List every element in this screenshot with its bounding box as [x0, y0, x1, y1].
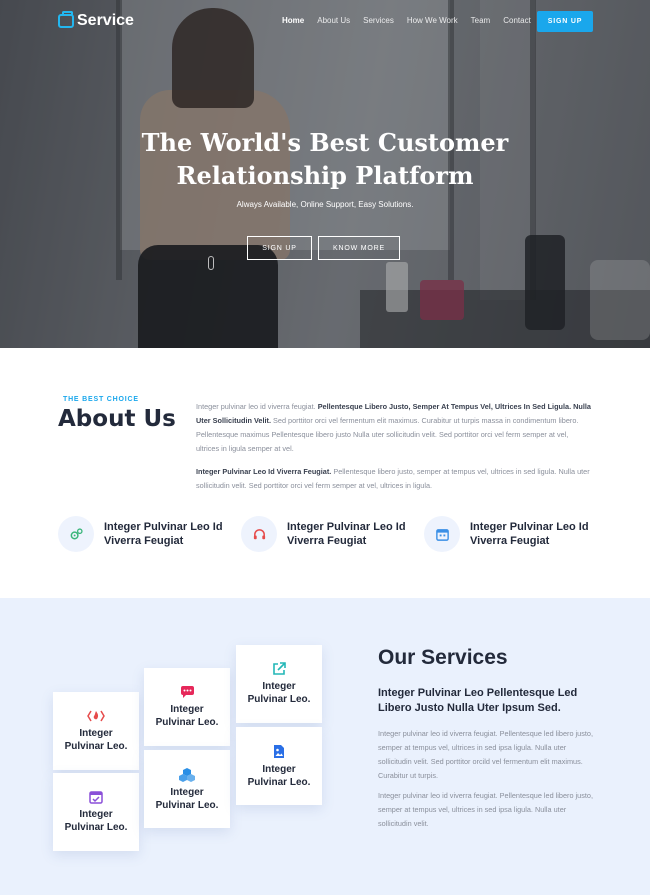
- service-card-line: Integer: [79, 728, 113, 739]
- nav-signup-button[interactable]: SIGN UP: [537, 11, 593, 32]
- brand-name: Service: [77, 12, 134, 29]
- feature-item: Integer Pulvinar Leo Id Viverra Feugiat: [58, 516, 223, 552]
- service-card-line: Pulvinar Leo.: [247, 776, 311, 788]
- calendar-check-icon: [89, 791, 103, 804]
- about-tagline: THE BEST CHOICE: [63, 396, 139, 403]
- scroll-indicator: [208, 256, 214, 270]
- services-paragraph: Integer pulvinar leo id viverra feugiat.…: [378, 729, 593, 780]
- services-title: Our Services: [378, 646, 508, 669]
- about-p1-text: Integer pulvinar leo id viverra feugiat.: [196, 402, 318, 411]
- feature-label: Integer Pulvinar Leo Id Viverra Feugiat: [104, 520, 223, 548]
- brand-logo[interactable]: Service: [58, 11, 134, 30]
- service-card-title: Integer Pulvinar Leo.: [248, 763, 311, 789]
- services-text: Integer pulvinar leo id viverra feugiat.…: [378, 727, 593, 831]
- service-card-line: Pulvinar Leo.: [155, 716, 219, 728]
- about-title: About Us: [58, 406, 176, 432]
- hero-title: The World's Best Customer Relationship P…: [0, 126, 650, 192]
- feature-label-line: Viverra Feugiat: [470, 535, 550, 547]
- feature-list: Integer Pulvinar Leo Id Viverra Feugiat …: [58, 516, 598, 556]
- service-card[interactable]: Integer Pulvinar Leo.: [53, 773, 139, 851]
- service-card-title: Integer Pulvinar Leo.: [65, 727, 128, 753]
- feature-label-line: Integer Pulvinar Leo Id: [104, 521, 223, 533]
- hero-title-line2: Relationship Platform: [176, 161, 474, 190]
- calendar-icon: [435, 528, 449, 541]
- image-file-icon: [274, 744, 284, 758]
- nav-item-services[interactable]: Services: [363, 16, 394, 25]
- briefcase-icon: [58, 11, 74, 28]
- nav-item-home[interactable]: Home: [282, 16, 304, 25]
- about-p2-bold: Integer Pulvinar Leo Id Viverra Feugiat.: [196, 467, 332, 476]
- services-paragraph: Integer pulvinar leo id viverra feugiat.…: [378, 791, 593, 828]
- feature-icon-circle: [241, 516, 277, 552]
- service-card-line: Integer: [262, 681, 296, 692]
- service-card-line: Pulvinar Leo.: [64, 822, 128, 833]
- service-card-title: Integer Pulvinar Leo.: [156, 786, 219, 812]
- service-card-line: Integer: [79, 809, 113, 820]
- feature-label-line: Integer Pulvinar Leo Id: [287, 521, 406, 533]
- service-card[interactable]: Integer Pulvinar Leo.: [53, 692, 139, 770]
- hero-know-more-button[interactable]: KNOW MORE: [318, 236, 400, 260]
- service-card[interactable]: Integer Pulvinar Leo.: [236, 727, 322, 805]
- nav-item-how-we-work[interactable]: How We Work: [407, 16, 458, 25]
- service-card-line: Integer: [170, 786, 204, 798]
- service-card[interactable]: Integer Pulvinar Leo.: [236, 645, 322, 723]
- about-text: Integer pulvinar leo id viverra feugiat.…: [196, 400, 592, 493]
- nav-item-contact[interactable]: Contact: [503, 16, 531, 25]
- feature-label-line: Integer Pulvinar Leo Id: [470, 521, 589, 533]
- service-card-title: Integer Pulvinar Leo.: [248, 680, 311, 706]
- headphones-icon: [253, 528, 265, 539]
- hero-subtitle: Always Available, Online Support, Easy S…: [236, 200, 414, 209]
- feature-item: Integer Pulvinar Leo Id Viverra Feugiat: [241, 516, 406, 552]
- about-paragraph: Integer Pulvinar Leo Id Viverra Feugiat.…: [196, 465, 592, 493]
- service-card-line: Pulvinar Leo.: [247, 694, 311, 705]
- chat-icon: [180, 685, 194, 698]
- feature-icon-circle: [58, 516, 94, 552]
- service-card-title: Integer Pulvinar Leo.: [65, 808, 128, 834]
- about-paragraph: Integer pulvinar leo id viverra feugiat.…: [196, 400, 592, 456]
- feature-label-line: Viverra Feugiat: [104, 535, 184, 547]
- service-card-title: Integer Pulvinar Leo.: [156, 703, 219, 729]
- feature-item: Integer Pulvinar Leo Id Viverra Feugiat: [424, 516, 589, 552]
- cubes-icon: [179, 767, 195, 782]
- fire-icon: [87, 710, 105, 722]
- top-navbar: Service Home About Us Services How We Wo…: [0, 0, 650, 44]
- nav-item-team[interactable]: Team: [471, 16, 491, 25]
- service-card-line: Pulvinar Leo.: [64, 741, 128, 752]
- gears-icon: [70, 527, 83, 539]
- feature-label: Integer Pulvinar Leo Id Viverra Feugiat: [287, 520, 406, 548]
- service-card[interactable]: Integer Pulvinar Leo.: [144, 668, 230, 746]
- service-card-line: Integer: [262, 763, 296, 775]
- feature-label-line: Viverra Feugiat: [287, 535, 367, 547]
- service-card-line: Integer: [170, 703, 204, 715]
- feature-icon-circle: [424, 516, 460, 552]
- external-link-icon: [273, 662, 286, 675]
- services-subtitle: Integer Pulvinar Leo Pellentesque Led Li…: [378, 687, 578, 714]
- service-card-line: Pulvinar Leo.: [155, 799, 219, 811]
- hero-signup-button[interactable]: SIGN UP: [247, 236, 312, 260]
- hero-title-line1: The World's Best Customer: [141, 128, 509, 157]
- nav-menu: Home About Us Services How We Work Team …: [282, 16, 531, 25]
- nav-item-about[interactable]: About Us: [317, 16, 350, 25]
- service-card[interactable]: Integer Pulvinar Leo.: [144, 750, 230, 828]
- feature-label: Integer Pulvinar Leo Id Viverra Feugiat: [470, 520, 589, 548]
